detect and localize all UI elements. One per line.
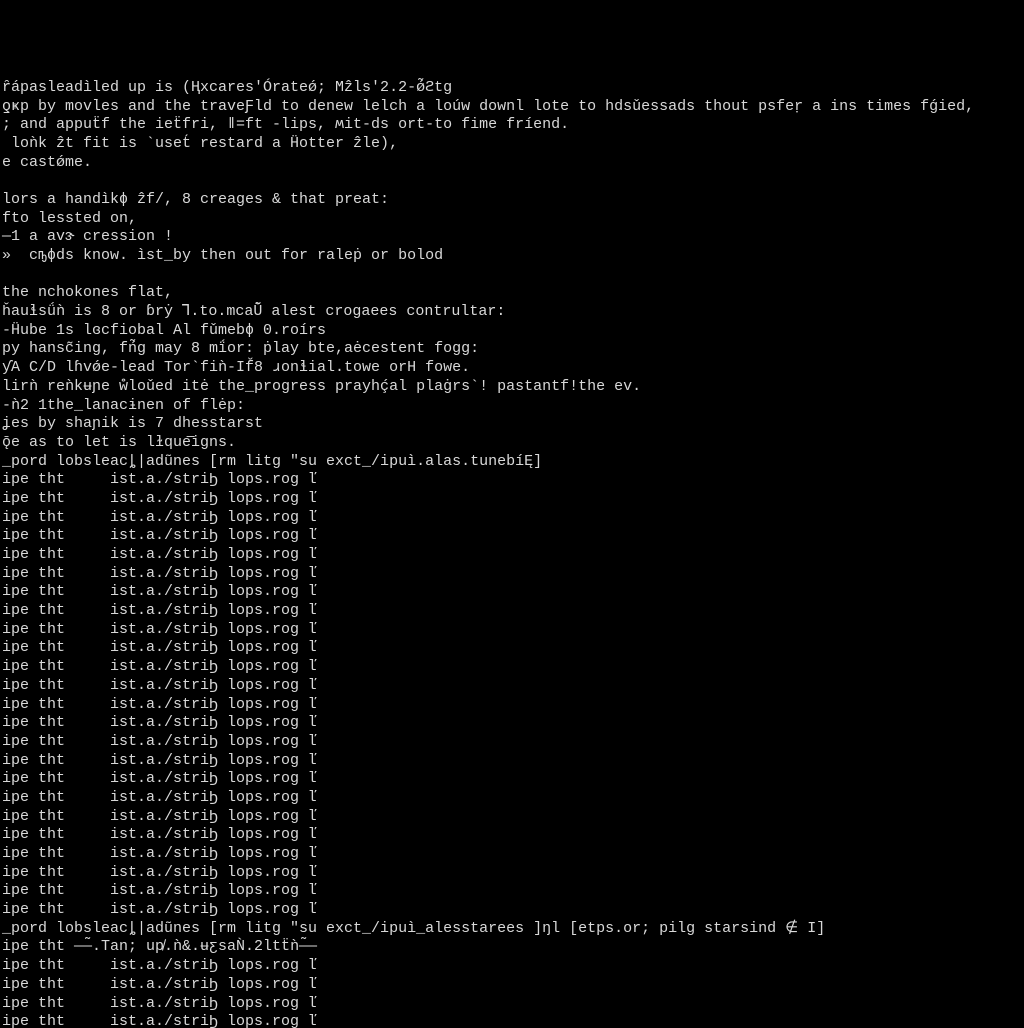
terminal-line: ipe tht ist.a./striϦ lops.rog ľ <box>2 901 1024 920</box>
terminal-line: —1 a avɝ cression ! <box>2 228 1024 247</box>
terminal-line: ipe tht ist.a./striϦ lops.rog ľ <box>2 639 1024 658</box>
terminal-line: loǹk ẑt fit is `uset́ restard a Ḧotter ẑ… <box>2 135 1024 154</box>
terminal-line: ipe tht ist.a./striϦ lops.rog ľ <box>2 845 1024 864</box>
terminal-line: ipe tht ist.a./striϦ lops.rog ľ <box>2 565 1024 584</box>
terminal-line: _pord lobsleacȴ|adũnes [rm litg "su exct… <box>2 920 1024 939</box>
terminal-line: ipe tht ——̃.Tan; up̸.ǹ&.ʉƹsaǸ.2ltẗǹ—̃— <box>2 938 1024 957</box>
terminal-line: ipe tht ist.a./striϦ lops.rog ľ <box>2 696 1024 715</box>
terminal-line: lors a handìkɸ ẑf/, 8 creages & that pre… <box>2 191 1024 210</box>
terminal-line: ipe tht ist.a./striϦ lops.rog ľ <box>2 995 1024 1014</box>
terminal-line: ipe tht ist.a./striϦ lops.rog ľ <box>2 770 1024 789</box>
terminal-line: ipe tht ist.a./striϦ lops.rog ľ <box>2 957 1024 976</box>
terminal-line: ipe tht ist.a./striϦ lops.rog ľ <box>2 527 1024 546</box>
terminal-line: ipe tht ist.a./striϦ lops.rog ľ <box>2 546 1024 565</box>
terminal-line: ȟauɬsǘǹ is 8 or ɓrẏ ⅂.to.mcaŬ̃ alest cro… <box>2 303 1024 322</box>
terminal-line: ipe tht ist.a./striϦ lops.rog ľ <box>2 583 1024 602</box>
terminal-line: ; and appuẗf the ieẗfri, ǁ=ft -lips, ʍit… <box>2 116 1024 135</box>
terminal-line: fto lessted on, <box>2 210 1024 229</box>
terminal-line: lirǹ reǹkʉɲe ẘloǔed itė the_progress pra… <box>2 378 1024 397</box>
terminal-line <box>2 172 1024 191</box>
terminal-line: -Ḧube 1s lɞcfiobal Al fǔmebɸ 0.roírs <box>2 322 1024 341</box>
terminal-line: py hansc̃ing, fń̃g may 8 mḯor: ṗlay bte,… <box>2 340 1024 359</box>
terminal-line: ipe tht ist.a./striϦ lops.rog ľ <box>2 733 1024 752</box>
terminal-line: ipe tht ist.a./striϦ lops.rog ľ <box>2 808 1024 827</box>
terminal-line: ipe tht ist.a./striϦ lops.rog ľ <box>2 976 1024 995</box>
terminal-line: ipe tht ist.a./striϦ lops.rog ľ <box>2 864 1024 883</box>
terminal-line: the nchokones flat, <box>2 284 1024 303</box>
terminal-line: ʝes by shaɲik is 7 dhesstarst <box>2 415 1024 434</box>
terminal-line: » cҧɸds know. ìst_by then out for raleṗ … <box>2 247 1024 266</box>
terminal-line: _pord lobsleacȴ|adũnes [rm litg "su exct… <box>2 453 1024 472</box>
terminal-line: ƴA C/D lɦvǿe-lead Tor`fiǹ-If̆8 ɹonɬial.t… <box>2 359 1024 378</box>
terminal-line: ipe tht ist.a./striϦ lops.rog ľ <box>2 882 1024 901</box>
terminal-line: ipe tht ist.a./striϦ lops.rog ľ <box>2 509 1024 528</box>
terminal-line: ipe tht ist.a./striϦ lops.rog ľ <box>2 602 1024 621</box>
terminal-line: -ǹ2 1the_lanacɨnen of flėp: <box>2 397 1024 416</box>
terminal-output: ȓápasleadìled up is (Ңxcares'Órateǿ; Ϻẑl… <box>2 79 1024 1028</box>
terminal-line: ǭe as to let is lɫque͞igns. <box>2 434 1024 453</box>
terminal-line: e castǿme. <box>2 154 1024 173</box>
terminal-line: ipe tht ist.a./striϦ lops.rog ľ <box>2 490 1024 509</box>
terminal-line: ipe tht ist.a./striϦ lops.rog ľ <box>2 658 1024 677</box>
terminal-line: ipe tht ist.a./striϦ lops.rog ľ <box>2 621 1024 640</box>
terminal-line: ipe tht ist.a./striϦ lops.rog ľ <box>2 714 1024 733</box>
terminal-line: ipe tht ist.a./striϦ lops.rog ľ <box>2 1013 1024 1028</box>
terminal-line: ipe tht ist.a./striϦ lops.rog ľ <box>2 677 1024 696</box>
terminal-line: ipe tht ist.a./striϦ lops.rog ľ <box>2 789 1024 808</box>
terminal-line: ipe tht ist.a./striϦ lops.rog ľ <box>2 471 1024 490</box>
terminal-line: ƍҝр by movֿles and the traveƑld to denew… <box>2 98 1024 117</box>
terminal-line <box>2 266 1024 285</box>
terminal-line: ipe tht ist.a./striϦ lops.rog ľ <box>2 752 1024 771</box>
terminal-line: ȓápasleadìled up is (Ңxcares'Órateǿ; Ϻẑl… <box>2 79 1024 98</box>
terminal-line: ipe tht ist.a./striϦ lops.rog ľ <box>2 826 1024 845</box>
